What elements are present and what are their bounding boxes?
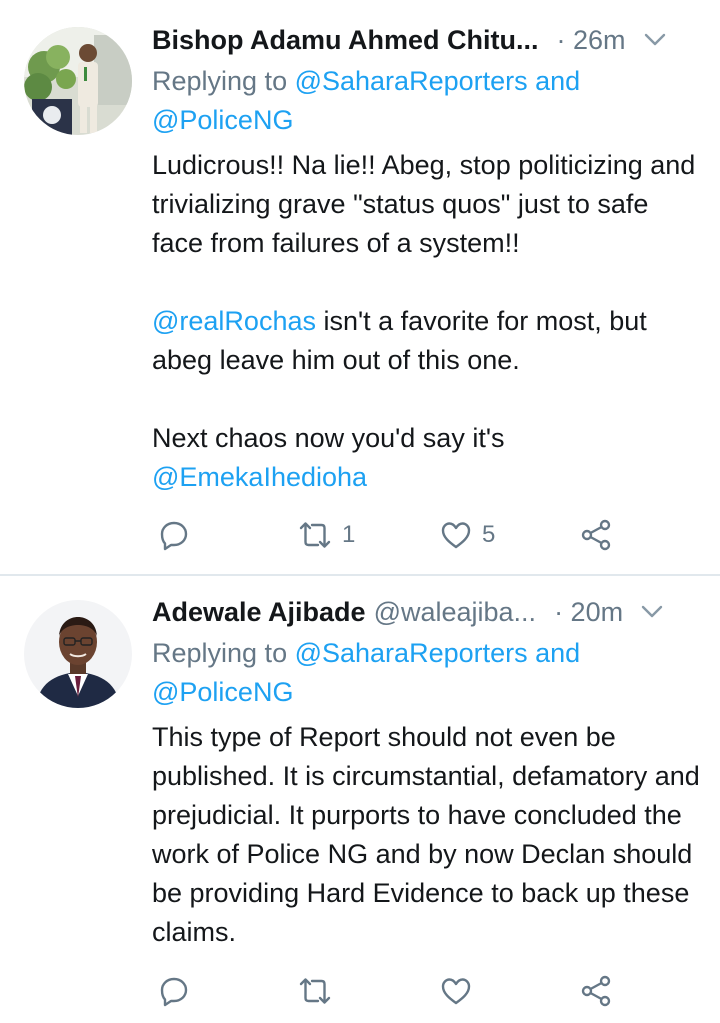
avatar[interactable]: [24, 27, 132, 135]
reply-button[interactable]: [158, 969, 190, 1013]
reply-icon: [160, 977, 188, 1007]
timestamp[interactable]: · 26m: [557, 25, 626, 56]
tweet-text: This type of Report should not even be p…: [152, 718, 700, 952]
mention-link[interactable]: @PoliceNG: [152, 105, 293, 135]
tweet-paragraph: @realRochas isn't a favorite for most, b…: [152, 302, 700, 380]
display-name[interactable]: Adewale Ajibade: [152, 597, 366, 628]
tweet-paragraph: Next chaos now you'd say it's @EmekaIhed…: [152, 419, 700, 497]
like-button[interactable]: [440, 969, 482, 1013]
share-button[interactable]: [580, 969, 612, 1013]
tweet-text-span: Next chaos now you'd say it's: [152, 423, 505, 453]
retweet-icon: [299, 522, 331, 548]
chevron-down-icon[interactable]: [641, 605, 663, 619]
retweet-button[interactable]: [298, 969, 342, 1013]
retweet-count: 1: [342, 521, 356, 548]
like-button[interactable]: 5: [440, 513, 495, 557]
replying-to: Replying to @SaharaReporters and @PoliceN…: [152, 634, 696, 712]
chevron-down-icon[interactable]: [644, 33, 666, 47]
tweet-text: Ludicrous!! Na lie!! Abeg, stop politici…: [152, 146, 700, 497]
avatar-photo-icon: [24, 27, 132, 135]
replying-and[interactable]: and: [528, 638, 580, 668]
timestamp[interactable]: · 20m: [554, 597, 623, 628]
tweet-header: Adewale Ajibade @waleajiba... · 20m: [152, 592, 696, 632]
replying-and[interactable]: and: [528, 66, 580, 96]
share-button[interactable]: [580, 513, 612, 557]
reply-button[interactable]: [158, 513, 190, 557]
tweet-paragraph: This type of Report should not even be p…: [152, 722, 700, 947]
mention-link[interactable]: @realRochas: [152, 306, 316, 336]
user-handle[interactable]: @waleajiba...: [374, 597, 537, 628]
tweet-actions: 1 5: [152, 513, 632, 557]
replying-prefix: Replying to: [152, 66, 295, 96]
replying-to: Replying to @SaharaReporters and @PoliceN…: [152, 62, 696, 140]
tweet[interactable]: Bishop Adamu Ahmed Chitu... · 26m Replyi…: [0, 0, 720, 575]
mention-link[interactable]: @SaharaReporters: [295, 638, 528, 668]
tweet-header: Bishop Adamu Ahmed Chitu... · 26m: [152, 20, 696, 60]
mention-link[interactable]: @SaharaReporters: [295, 66, 528, 96]
like-count: 5: [482, 521, 496, 548]
avatar-photo-icon: [24, 600, 132, 708]
tweet[interactable]: Adewale Ajibade @waleajiba... · 20m Repl…: [0, 576, 720, 1023]
tweet-actions: [152, 969, 632, 1013]
display-name[interactable]: Bishop Adamu Ahmed Chitu...: [152, 25, 539, 56]
reply-icon: [160, 521, 188, 551]
replying-prefix: Replying to: [152, 638, 295, 668]
retweet-button[interactable]: 1: [298, 513, 355, 557]
share-icon: [581, 519, 611, 551]
tweet-paragraph: Ludicrous!! Na lie!! Abeg, stop politici…: [152, 150, 696, 258]
like-icon: [441, 978, 471, 1005]
mention-link[interactable]: @PoliceNG: [152, 677, 293, 707]
mention-link[interactable]: @EmekaIhedioha: [152, 462, 367, 492]
avatar[interactable]: [24, 600, 132, 708]
like-icon: [441, 522, 471, 549]
share-icon: [581, 975, 611, 1007]
retweet-icon: [299, 978, 331, 1004]
